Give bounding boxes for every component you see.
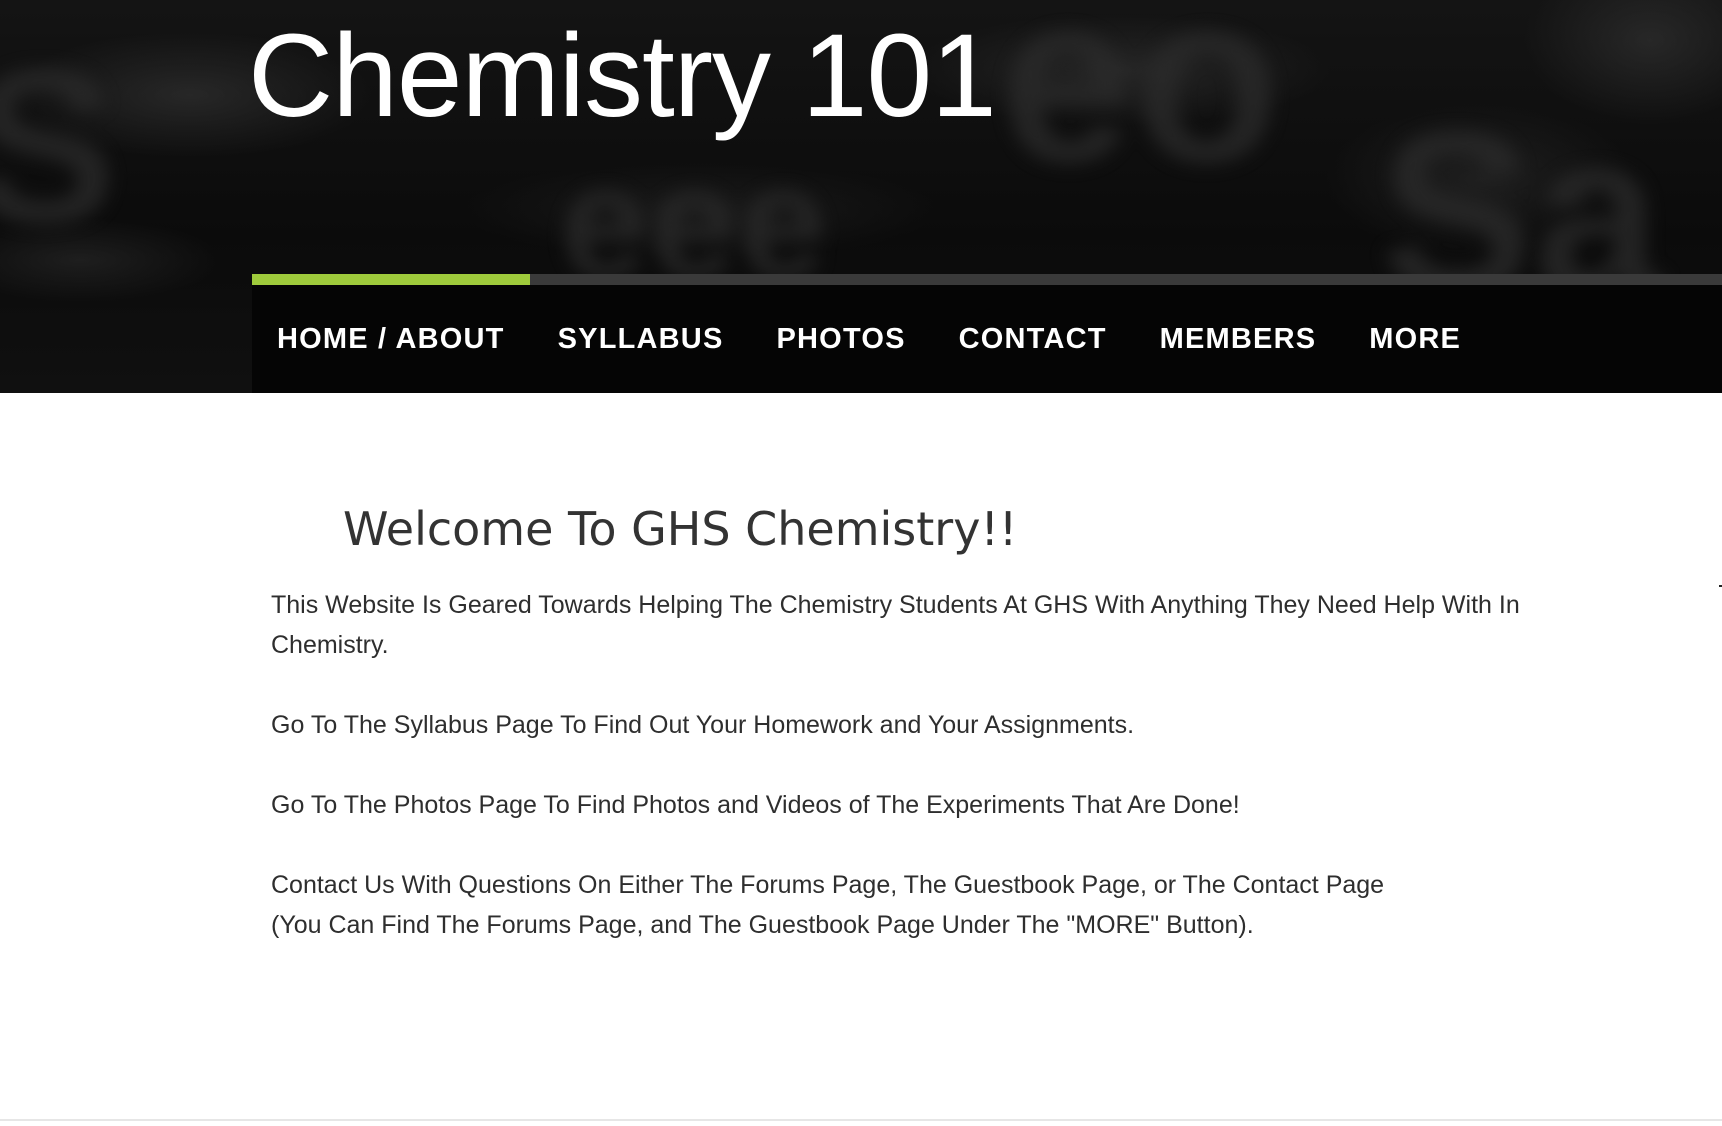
header-background-texture: S [0, 23, 117, 269]
nav-item-syllabus[interactable]: SYLLABUS [558, 323, 724, 356]
welcome-heading: Welcome To GHS Chemistry!! [343, 502, 1018, 556]
nav-item-home-about[interactable]: HOME / ABOUT [277, 323, 505, 356]
nav-item-members[interactable]: MEMBERS [1160, 323, 1317, 356]
main-content: Welcome To GHS Chemistry!! This Website … [271, 500, 1611, 945]
site-header: S eo Sa eee Chemistry 101 HOME / ABOUT S… [0, 0, 1722, 393]
footer-divider [0, 1119, 1722, 1121]
nav-item-contact[interactable]: CONTACT [959, 323, 1107, 356]
nav-active-indicator [252, 274, 530, 285]
nav-item-more[interactable]: MORE [1369, 323, 1461, 356]
contact-paragraph: Contact Us With Questions On Either The … [271, 865, 1611, 945]
header-background-texture: eo [1000, 0, 1281, 212]
contact-paragraph-line-1: Contact Us With Questions On Either The … [271, 870, 1385, 899]
syllabus-paragraph: Go To The Syllabus Page To Find Out Your… [271, 710, 1135, 739]
photos-paragraph: Go To The Photos Page To Find Photos and… [271, 790, 1240, 819]
main-navigation: HOME / ABOUT SYLLABUS PHOTOS CONTACT MEM… [252, 285, 1722, 393]
contact-paragraph-line-2: (You Can Find The Forums Page, and The G… [271, 910, 1254, 939]
nav-item-photos[interactable]: PHOTOS [777, 323, 906, 356]
intro-paragraph: This Website Is Geared Towards Helping T… [271, 590, 1520, 659]
site-title[interactable]: Chemistry 101 [248, 11, 997, 142]
